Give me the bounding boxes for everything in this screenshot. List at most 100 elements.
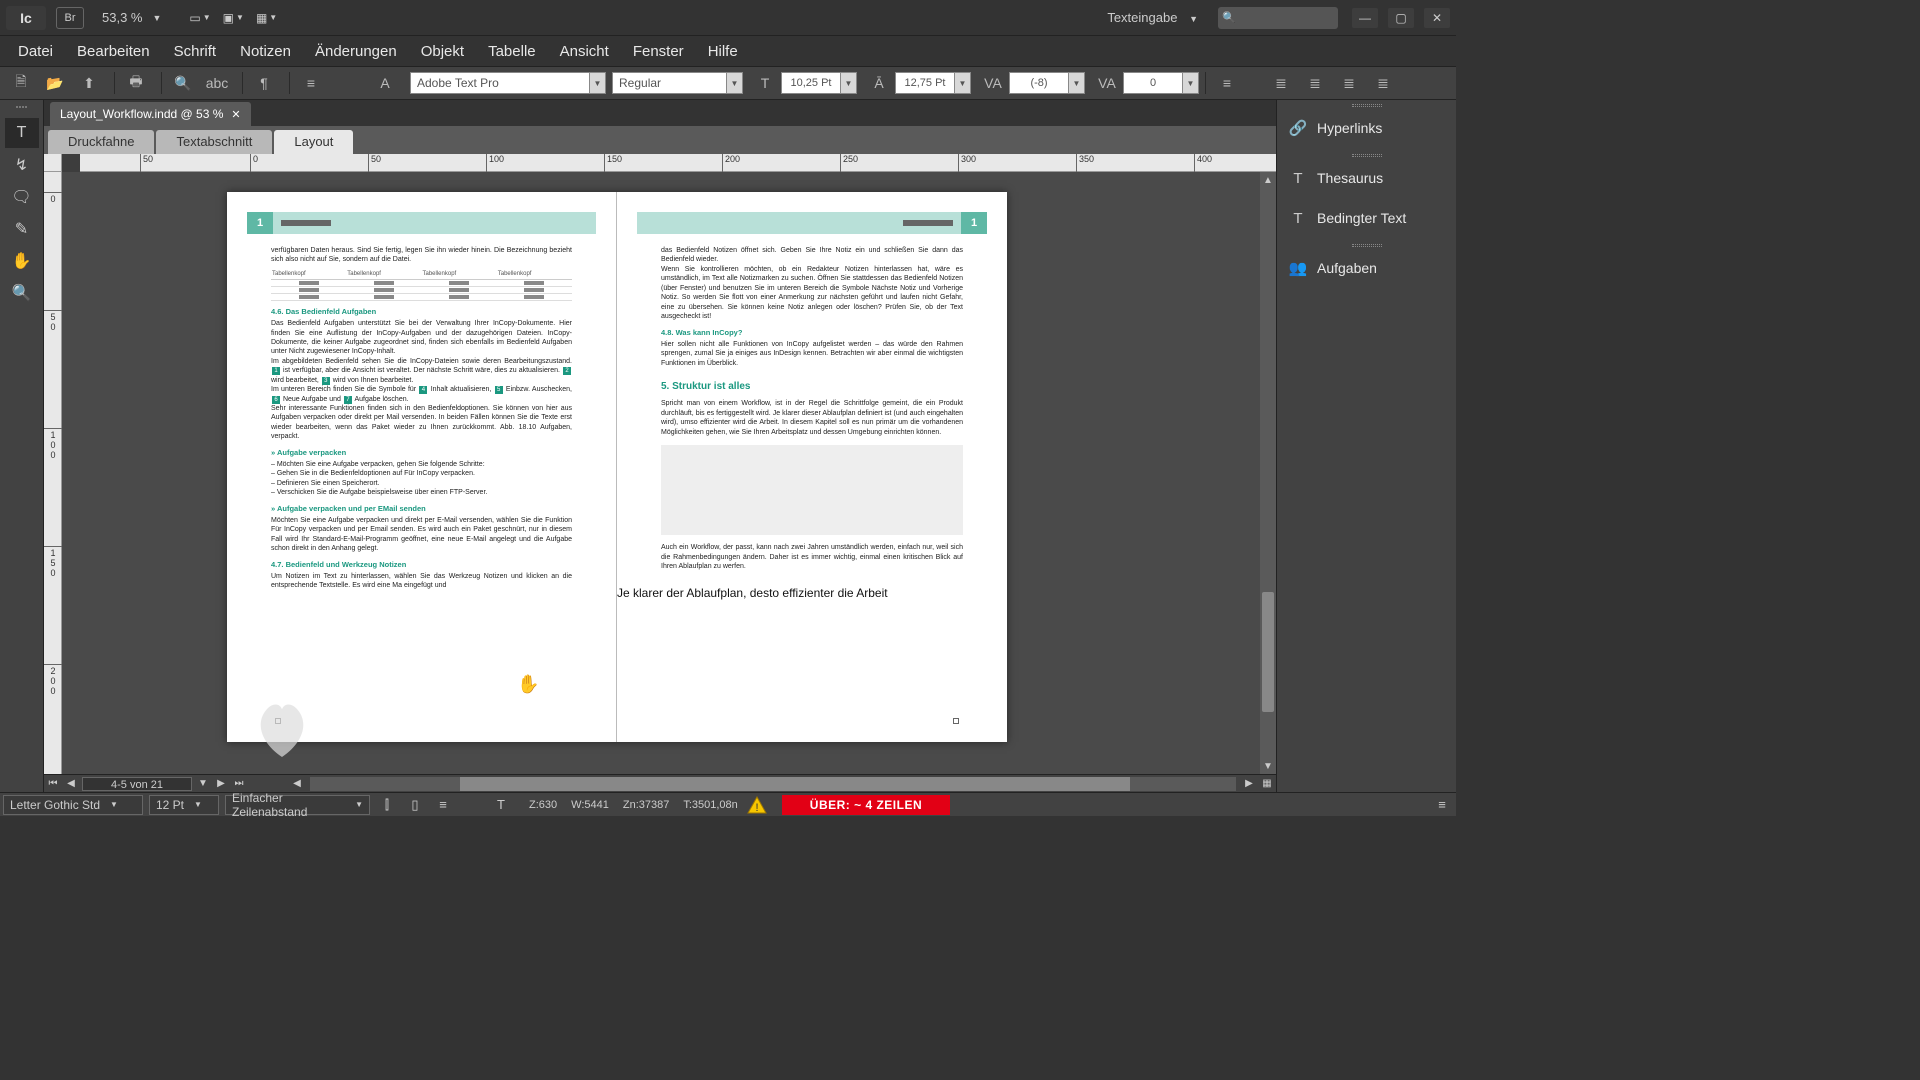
close-button[interactable]: ✕ — [1424, 8, 1450, 28]
panel-aufgaben[interactable]: 👥 Aufgaben — [1277, 250, 1456, 286]
hand-tool[interactable]: ✋ — [5, 246, 39, 276]
lines-icon[interactable]: ≡ — [429, 797, 457, 812]
chevron-down-icon[interactable]: ▼ — [1183, 72, 1199, 94]
body-text: Um Notizen im Text zu hinterlassen, wähl… — [271, 572, 572, 591]
page-icon[interactable]: ▯ — [401, 797, 429, 813]
body-text: Das Bedienfeld Aufgaben unterstützt Sie … — [271, 319, 572, 357]
menu-objekt[interactable]: Objekt — [409, 39, 476, 64]
table-header: Tabellenkopf — [346, 269, 421, 280]
chevron-down-icon[interactable]: ▼ — [1069, 72, 1085, 94]
page-dropdown[interactable]: ▼ — [194, 778, 212, 789]
body-text: Spricht man von einem Workflow, ist in d… — [661, 399, 963, 437]
find-icon[interactable]: 🔍 — [168, 70, 198, 96]
first-page-button[interactable]: ⏮ — [44, 778, 62, 789]
menu-bearbeiten[interactable]: Bearbeiten — [65, 39, 162, 64]
kerning-input[interactable]: (-8) — [1009, 72, 1069, 94]
open-icon[interactable]: 📂 — [40, 70, 70, 96]
scroll-right-icon[interactable]: ▶ — [1240, 778, 1258, 789]
new-icon[interactable]: 🗎 — [6, 70, 36, 96]
zoom-dropdown[interactable]: 53,3 % ▼ — [94, 8, 169, 27]
align-left-icon[interactable]: ≡ — [1212, 70, 1242, 96]
next-page-button[interactable]: ▶ — [212, 778, 230, 789]
body-text: Hier sollen nicht alle Funktionen von In… — [661, 340, 963, 368]
split-view-icon[interactable]: ▦ — [1258, 778, 1276, 789]
print-icon[interactable]: 🖶 — [121, 70, 151, 96]
align-1-icon[interactable]: ≣ — [1266, 70, 1296, 96]
panel-hyperlinks[interactable]: 🔗 Hyperlinks — [1277, 110, 1456, 146]
leading-icon: Ā — [867, 75, 891, 91]
menu-bar: Datei Bearbeiten Schrift Notizen Änderun… — [0, 36, 1456, 66]
character-style-select[interactable]: Einfacher Zeilenabstand▼ — [225, 795, 370, 815]
sample-table: Tabellenkopf Tabellenkopf Tabellenkopf T… — [271, 269, 572, 301]
menu-datei[interactable]: Datei — [6, 39, 65, 64]
scroll-thumb[interactable] — [460, 777, 1130, 791]
watermark-logo — [247, 694, 317, 754]
heading: » Aufgabe verpacken — [271, 448, 572, 458]
page-number-field[interactable]: 4-5 von 21 — [82, 777, 192, 791]
horizontal-ruler: 50 0 50 100 150 200 250 300 350 400 — [80, 154, 1276, 172]
close-tab-icon[interactable]: ✕ — [231, 108, 240, 121]
menu-tabelle[interactable]: Tabelle — [476, 39, 548, 64]
font-family-select[interactable]: Adobe Text Pro — [410, 72, 590, 94]
workspace-label: Texteingabe — [1107, 10, 1177, 25]
scroll-left-icon[interactable]: ◀ — [288, 778, 306, 789]
note-tool[interactable]: 🗨 — [5, 182, 39, 212]
hyperlinks-icon: 🔗 — [1285, 119, 1311, 137]
scroll-thumb[interactable] — [1262, 592, 1274, 712]
view-tab-textabschnitt[interactable]: Textabschnitt — [156, 130, 272, 154]
tracking-input[interactable]: 0 — [1123, 72, 1183, 94]
document-tab[interactable]: Layout_Workflow.indd @ 53 % ✕ — [50, 102, 251, 126]
font-size-input[interactable]: 10,25 Pt — [781, 72, 841, 94]
align-2-icon[interactable]: ≣ — [1300, 70, 1330, 96]
canvas[interactable]: 1 verfügbaren Daten heraus. Sind Sie fer… — [62, 172, 1260, 774]
horizontal-scrollbar[interactable] — [310, 777, 1236, 791]
menu-fenster[interactable]: Fenster — [621, 39, 696, 64]
leading-input[interactable]: 12,75 Pt — [895, 72, 955, 94]
menu-ansicht[interactable]: Ansicht — [548, 39, 621, 64]
ruler-tick: 1 0 0 — [44, 428, 62, 460]
spellcheck-icon[interactable]: abc — [202, 70, 232, 96]
bridge-button[interactable]: Br — [56, 7, 84, 29]
save-icon[interactable]: ⬆ — [74, 70, 104, 96]
menu-aenderungen[interactable]: Änderungen — [303, 39, 409, 64]
chevron-down-icon[interactable]: ▼ — [590, 72, 606, 94]
chevron-down-icon[interactable]: ▼ — [955, 72, 971, 94]
screen-mode-dropdown[interactable]: ▣▼ — [223, 11, 244, 25]
margin-note: Je klarer der Ablaufplan, desto effizien… — [617, 586, 1007, 600]
status-menu-icon[interactable]: ≡ — [1428, 797, 1456, 812]
status-size-select[interactable]: 12 Pt▼ — [149, 795, 219, 815]
position-tool[interactable]: ↯ — [5, 150, 39, 180]
zoom-tool[interactable]: 🔍 — [5, 278, 39, 308]
chevron-down-icon[interactable]: ▼ — [841, 72, 857, 94]
prev-page-button[interactable]: ◀ — [62, 778, 80, 789]
menu-icon[interactable]: ≡ — [296, 70, 326, 96]
minimize-button[interactable]: — — [1352, 8, 1378, 28]
workspace-dropdown[interactable]: Texteingabe ▼ — [1107, 10, 1198, 25]
vertical-scrollbar[interactable]: ▲ ▼ — [1260, 172, 1276, 774]
paragraph-style-select[interactable]: Letter Gothic Std▼ — [3, 795, 143, 815]
last-page-button[interactable]: ⏭ — [230, 778, 248, 789]
column-icon[interactable]: ⫿ — [373, 797, 401, 813]
eyedropper-tool[interactable]: ✎ — [5, 214, 39, 244]
chevron-down-icon[interactable]: ▼ — [727, 72, 743, 94]
scroll-down-icon[interactable]: ▼ — [1260, 758, 1276, 774]
align-4-icon[interactable]: ≣ — [1368, 70, 1398, 96]
view-options-dropdown[interactable]: ▭▼ — [189, 11, 210, 25]
type-tool[interactable]: T — [5, 118, 39, 148]
menu-hilfe[interactable]: Hilfe — [696, 39, 750, 64]
panel-thesaurus[interactable]: T Thesaurus — [1277, 160, 1456, 196]
panel-conditional-text[interactable]: T Bedingter Text — [1277, 200, 1456, 236]
search-box[interactable]: 🔍 — [1218, 7, 1338, 29]
char-format-icon[interactable]: A — [370, 70, 400, 96]
paragraph-marks-icon[interactable]: ¶ — [249, 70, 279, 96]
maximize-button[interactable]: ▢ — [1388, 8, 1414, 28]
menu-schrift[interactable]: Schrift — [162, 39, 229, 64]
tracking-icon: VA — [1095, 75, 1119, 91]
menu-notizen[interactable]: Notizen — [228, 39, 303, 64]
font-style-select[interactable]: Regular — [612, 72, 727, 94]
arrange-dropdown[interactable]: ▦▼ — [256, 11, 277, 25]
scroll-up-icon[interactable]: ▲ — [1260, 172, 1276, 188]
view-tab-druckfahne[interactable]: Druckfahne — [48, 130, 154, 154]
align-3-icon[interactable]: ≣ — [1334, 70, 1364, 96]
view-tab-layout[interactable]: Layout — [274, 130, 353, 154]
